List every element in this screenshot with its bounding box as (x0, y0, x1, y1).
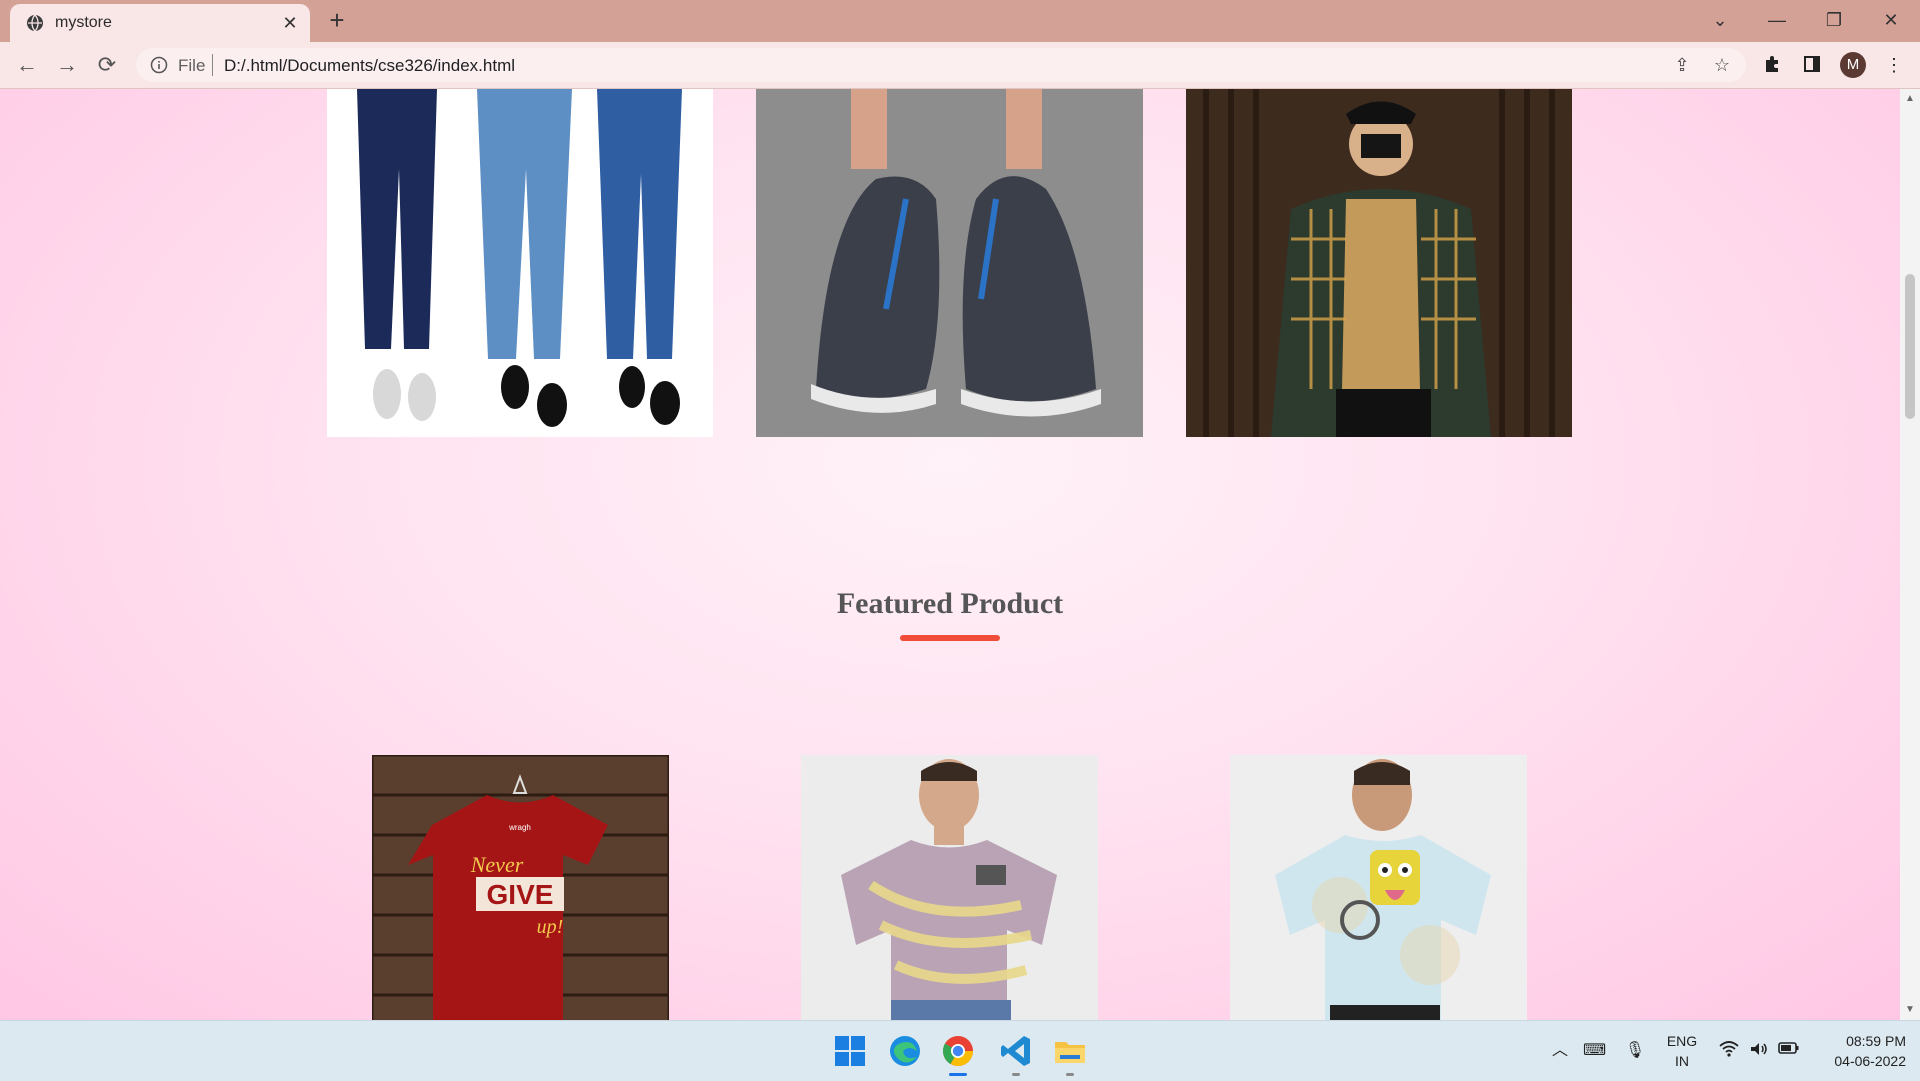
file-explorer-icon[interactable] (1052, 1033, 1088, 1069)
graphic-tshirt-illustration (1230, 755, 1527, 1020)
title-underline (900, 635, 1000, 641)
plaid-shirt-illustration (1186, 89, 1572, 437)
url-text[interactable]: D:/.html/Documents/cse326/index.html (224, 56, 515, 76)
windows-taskbar: ︿ ⌨ 🎙 ENG IN 08:59 PM 04-06-2022 (0, 1020, 1920, 1081)
profile-avatar[interactable]: M (1840, 52, 1866, 78)
forward-arrow-icon[interactable]: → (54, 52, 80, 78)
product-image-sneakers[interactable] (756, 89, 1143, 437)
page-scrollbar[interactable]: ▲ ▼ (1900, 89, 1920, 1020)
region-indicator[interactable]: IN (1660, 1053, 1704, 1069)
new-tab-plus-icon[interactable]: + (325, 7, 349, 33)
address-bar[interactable]: File D:/.html/Documents/cse326/index.htm… (136, 48, 1746, 82)
info-icon[interactable] (150, 56, 168, 74)
globe-icon (27, 14, 43, 32)
show-hidden-icons-chevron-icon[interactable]: ︿ (1549, 1041, 1571, 1061)
tshirt-brand-text: wragh (508, 823, 531, 832)
chrome-browser-icon[interactable] (940, 1033, 976, 1069)
scroll-up-arrow-icon[interactable]: ▲ (1904, 93, 1916, 105)
battery-icon[interactable] (1778, 1041, 1800, 1061)
tshirt-print-line3: up! (537, 916, 564, 938)
scroll-down-arrow-icon[interactable]: ▼ (1904, 1004, 1916, 1016)
restore-icon[interactable]: ❐ (1819, 8, 1849, 32)
tshirt-print-line1: Never (470, 852, 524, 877)
browser-titlebar: mystore ✕ + ⌄ — ❐ ✕ (0, 0, 1920, 42)
featured-product-image-graphic-tshirt[interactable] (1230, 755, 1527, 1020)
tab-title: mystore (55, 14, 112, 31)
sneakers-illustration (756, 89, 1143, 437)
menu-kebab-icon[interactable]: ⋮ (1883, 54, 1905, 76)
language-indicator[interactable]: ENG (1660, 1033, 1704, 1049)
tab-close-icon[interactable]: ✕ (280, 13, 300, 33)
product-image-plaid-shirt[interactable] (1186, 89, 1572, 437)
browser-toolbar: ← → ⟳ File D:/.html/Documents/cse326/ind… (0, 42, 1920, 89)
keyboard-icon[interactable]: ⌨ (1583, 1041, 1606, 1061)
wifi-icon[interactable] (1718, 1041, 1740, 1061)
tie-dye-tshirt-illustration (801, 755, 1098, 1020)
clock-date[interactable]: 04-06-2022 (1806, 1053, 1906, 1069)
product-image-jeans[interactable] (327, 89, 713, 437)
red-tshirt-illustration: wragh Never GIVE up! (372, 755, 669, 1020)
vscode-running-indicator (1012, 1073, 1020, 1076)
scrollbar-thumb[interactable] (1905, 274, 1915, 419)
reload-icon[interactable]: ⟳ (94, 52, 120, 78)
clock-time[interactable]: 08:59 PM (1806, 1033, 1906, 1049)
share-icon[interactable]: ⇪ (1672, 55, 1692, 75)
browser-tab-mystore[interactable]: mystore ✕ (10, 4, 310, 42)
volume-icon[interactable] (1748, 1041, 1770, 1061)
url-scheme: File (178, 56, 206, 75)
side-panel-icon[interactable] (1801, 54, 1823, 76)
windows-start-icon[interactable] (832, 1033, 868, 1069)
microphone-icon[interactable]: 🎙 (1624, 1041, 1646, 1061)
extensions-puzzle-icon[interactable] (1761, 54, 1783, 76)
jeans-illustration (357, 89, 682, 427)
url-separator (212, 54, 213, 76)
explorer-running-indicator (1066, 1073, 1074, 1076)
page-viewport: Featured Product wragh Never GIVE up! (0, 89, 1900, 1020)
featured-product-image-tie-dye-tshirt[interactable] (801, 755, 1098, 1020)
chrome-active-indicator (949, 1073, 967, 1076)
bookmark-star-icon[interactable]: ☆ (1712, 55, 1732, 75)
vscode-icon[interactable] (998, 1033, 1034, 1069)
featured-product-title: Featured Product (836, 587, 1064, 620)
edge-browser-icon[interactable] (887, 1033, 923, 1069)
featured-product-image-red-tshirt[interactable]: wragh Never GIVE up! (372, 755, 669, 1020)
back-arrow-icon[interactable]: ← (14, 52, 40, 78)
tab-search-chevron-icon[interactable]: ⌄ (1705, 8, 1735, 32)
close-window-icon[interactable]: ✕ (1876, 8, 1906, 32)
minimize-icon[interactable]: — (1762, 8, 1792, 32)
tshirt-print-line2: GIVE (487, 879, 554, 910)
